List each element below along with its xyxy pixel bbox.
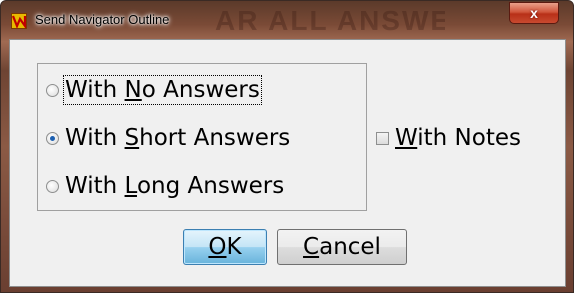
radio-short-answers[interactable]: With Short Answers <box>46 120 290 156</box>
close-icon: x <box>530 5 538 21</box>
radio-short-answers-label: With Short Answers <box>65 125 291 151</box>
answers-radio-group: With No Answers With Short Answers With … <box>37 63 367 211</box>
radio-no-answers-label: With No Answers <box>63 75 262 105</box>
cancel-button[interactable]: Cancel <box>277 229 407 265</box>
ok-button[interactable]: OK <box>183 229 267 265</box>
radio-button-checked-icon[interactable] <box>46 131 59 145</box>
dialog-window: AR ALL ANSWE Send Navigator Outline x Wi… <box>0 0 574 293</box>
radio-long-answers[interactable]: With Long Answers <box>46 168 284 204</box>
dialog-body: With No Answers With Short Answers With … <box>9 39 566 287</box>
with-notes-label: With Notes <box>395 125 521 151</box>
with-notes-checkbox[interactable]: With Notes <box>376 121 521 155</box>
checkbox-icon[interactable] <box>376 131 389 145</box>
radio-no-answers[interactable]: With No Answers <box>46 72 262 108</box>
close-button[interactable]: x <box>509 2 559 24</box>
radio-button-icon[interactable] <box>46 179 59 193</box>
title-background-text: AR ALL ANSWE <box>215 5 445 36</box>
window-title: Send Navigator Outline <box>35 12 170 27</box>
app-logo-icon <box>11 13 27 29</box>
title-bar[interactable]: AR ALL ANSWE Send Navigator Outline x <box>1 1 573 39</box>
radio-button-icon[interactable] <box>46 83 59 97</box>
radio-long-answers-label: With Long Answers <box>65 173 285 199</box>
